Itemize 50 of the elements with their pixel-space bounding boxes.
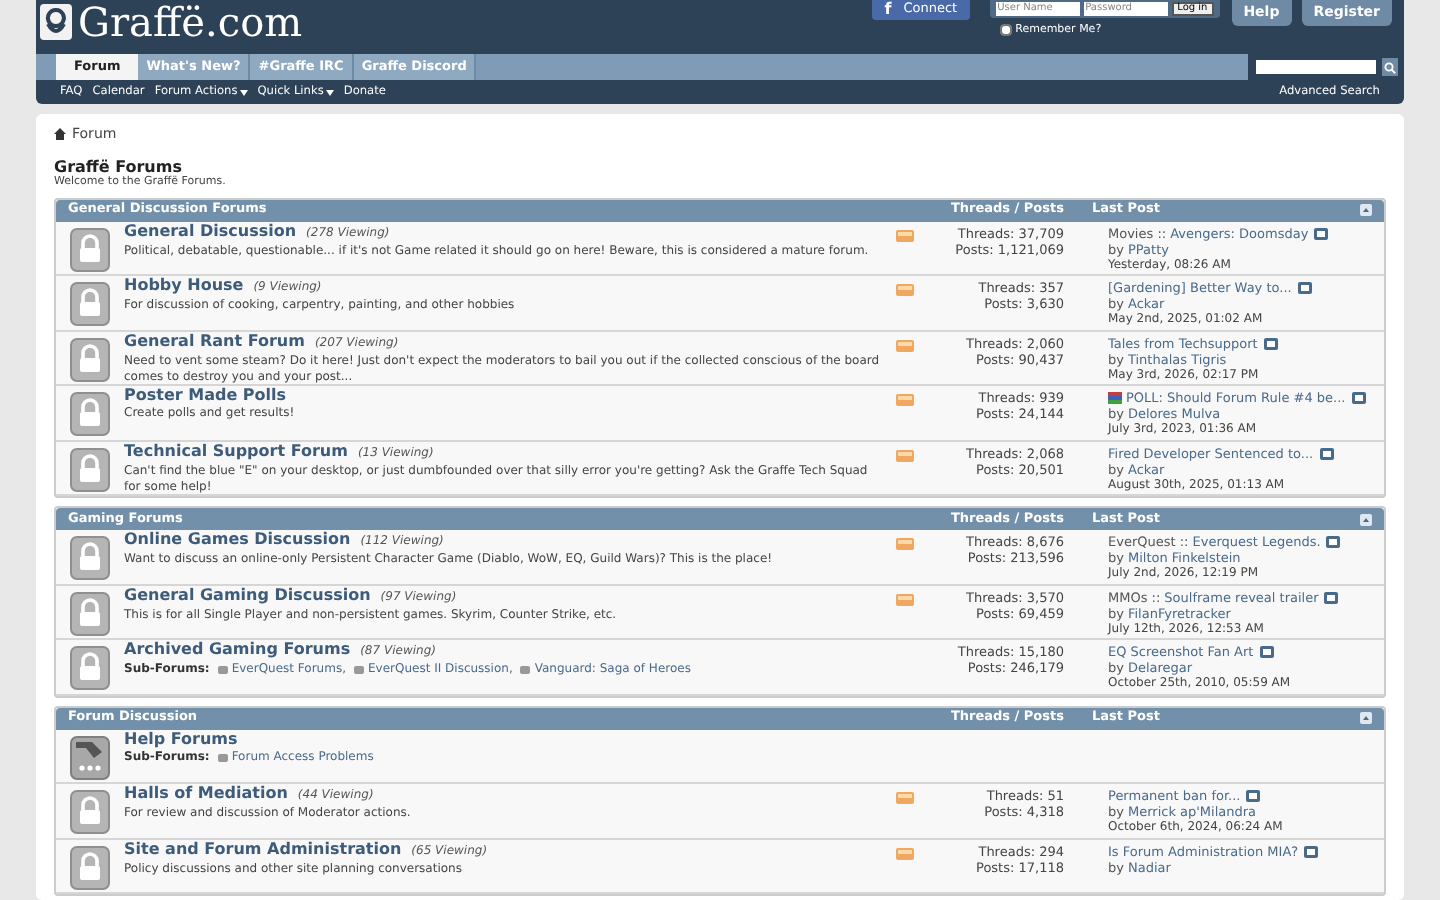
go-to-post-icon[interactable] (1319, 447, 1334, 459)
go-to-post-icon[interactable] (1246, 790, 1261, 802)
lock-icon (70, 536, 110, 580)
collapse-icon[interactable] (1360, 712, 1372, 724)
lock-icon (70, 227, 110, 271)
forum-title-link[interactable]: Help Forums (124, 731, 238, 747)
go-to-post-icon[interactable] (1263, 337, 1278, 349)
site-logo[interactable]: Graffë.com (78, 2, 303, 42)
forum-title-link[interactable]: General Discussion (124, 223, 297, 239)
lock-icon (70, 845, 110, 889)
go-to-post-icon[interactable] (1351, 392, 1366, 404)
forum-title-link[interactable]: General Gaming Discussion (124, 587, 371, 603)
caret-icon (325, 89, 334, 95)
poll-icon (1108, 392, 1122, 404)
subforum-icon (520, 666, 531, 674)
forum-title-link[interactable]: Poster Made Polls (124, 388, 287, 404)
go-to-post-icon[interactable] (1314, 227, 1329, 239)
caret-icon (239, 89, 248, 95)
search-field[interactable] (1256, 60, 1376, 74)
lock-icon (70, 591, 110, 635)
search-button[interactable] (1382, 58, 1398, 76)
forum-link-icon (70, 735, 110, 779)
forum-title-link[interactable]: Site and Forum Administration (124, 841, 402, 857)
lock-icon (70, 646, 110, 690)
forum-title-link[interactable]: Hobby House (124, 278, 244, 294)
go-to-post-icon[interactable] (1297, 282, 1312, 294)
forum-title-link[interactable]: Technical Support Forum (124, 443, 348, 459)
remember-checkbox[interactable] (999, 24, 1012, 37)
go-to-post-icon[interactable] (1304, 845, 1319, 857)
subforum-icon (217, 666, 228, 674)
lock-icon (70, 282, 110, 326)
subforum-icon (217, 753, 228, 761)
lock-icon (70, 790, 110, 834)
forum-title-link[interactable]: Archived Gaming Forums (124, 642, 351, 658)
page-title: Graffë Forums (54, 157, 184, 175)
facebook-icon: f (884, 0, 892, 22)
forum-title-link[interactable]: Halls of Mediation (124, 786, 288, 802)
go-to-post-icon[interactable] (1259, 646, 1274, 658)
lock-icon (70, 337, 110, 381)
go-to-post-icon[interactable] (1324, 591, 1339, 603)
collapse-icon[interactable] (1360, 513, 1372, 525)
lock-icon (70, 392, 110, 436)
forum-title-link[interactable]: General Rant Forum (124, 333, 305, 349)
collapse-icon[interactable] (1360, 204, 1372, 216)
go-to-post-icon[interactable] (1326, 536, 1341, 548)
forum-title-link[interactable]: Online Games Discussion (124, 532, 351, 548)
search-icon (1384, 61, 1396, 73)
home-icon (54, 128, 66, 141)
lock-icon (70, 447, 110, 491)
subforum-icon (353, 666, 364, 674)
